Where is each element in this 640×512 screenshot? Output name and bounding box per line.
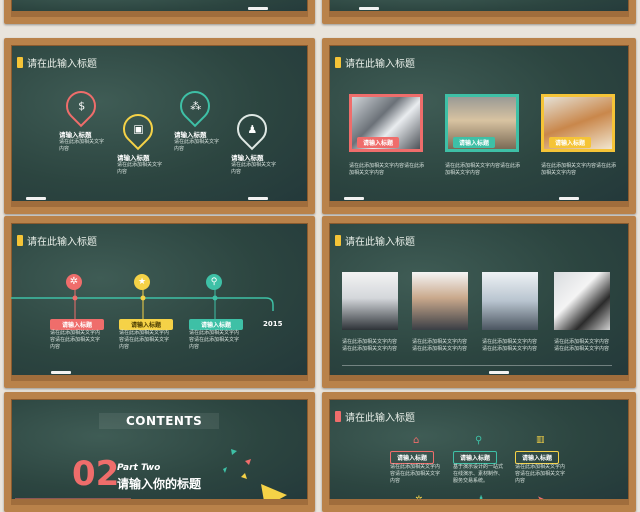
icon-bubble-2: ▣ xyxy=(116,107,160,151)
timeline-tag-3: 请输入标题 xyxy=(189,319,244,330)
bar-chart-icon: ▥ xyxy=(536,435,545,445)
slide-title: 请在此输入标题 xyxy=(335,409,415,424)
slide-thumbnail-timeline[interactable]: 请在此输入标题 ✲ ★ ⚲ 2015 请输入标题 请在此添加相关文字内容请在此添… xyxy=(4,216,315,388)
slide-thumbnail-photo-grid[interactable]: 请在此输入标题 请在此添加相关文字内容请在此添加相关文字内容 请在此添加相关文字… xyxy=(322,216,636,388)
divider xyxy=(342,365,612,366)
item-label-2: 请输入标题 xyxy=(117,154,150,162)
user-icon: ♟ xyxy=(247,122,257,136)
chalk xyxy=(489,371,509,374)
star-icon: ★ xyxy=(134,274,150,290)
slide-thumbnail-top-left[interactable] xyxy=(4,0,315,24)
chalk xyxy=(248,197,268,200)
item-label-1: 请输入标题 xyxy=(59,131,92,139)
dollar-person-icon: $ xyxy=(77,99,85,113)
search-icon: ⚲ xyxy=(206,274,222,290)
chalk xyxy=(359,7,379,10)
home-icon: ⌂ xyxy=(413,435,420,446)
column-desc-1: 请在此添加相关文字内容请在此添加相关文字内容 xyxy=(390,464,441,484)
slide-thumbnail-contents[interactable]: CONTENTS 02 Part Two 请输入你的标题 xyxy=(4,392,315,512)
timeline-desc-2: 请在此添加相关文字内容请在此添加相关文字内容 xyxy=(119,330,170,350)
user-icon: ♟ xyxy=(477,495,486,505)
slide-title: 请在此输入标题 xyxy=(17,55,97,70)
photo-desc-2: 请在此添加相关文字内容请在此添加相关文字内容 xyxy=(445,163,521,176)
item-desc-2: 请在此添加相关文字内容 xyxy=(117,162,163,175)
title-marker xyxy=(335,411,341,422)
item-desc-1: 请在此添加相关文字内容 xyxy=(59,139,105,152)
photo-2 xyxy=(412,272,468,330)
photo-4 xyxy=(554,272,610,330)
year-label: 2015 xyxy=(263,320,283,328)
column-tag-1: 请输入标题 xyxy=(390,451,435,464)
photo-desc-2: 请在此添加相关文字内容请在此添加相关文字内容 xyxy=(412,339,468,352)
column-tag-3: 请输入标题 xyxy=(515,451,560,464)
slide-thumbnail-icons[interactable]: 请在此输入标题 $ 请输入标题 请在此添加相关文字内容 ▣ 请输入标题 请在此添… xyxy=(4,38,315,214)
slide-thumbnail-top-right[interactable] xyxy=(322,0,636,24)
photo-desc-1: 请在此添加相关文字内容请在此添加相关文字内容 xyxy=(349,163,425,176)
photo-3 xyxy=(482,272,538,330)
slide-thumbnail-photos[interactable]: 请在此输入标题 请输入标题 请在此添加相关文字内容请在此添加相关文字内容 请输入… xyxy=(322,38,636,214)
slide-thumbnail-columns[interactable]: 请在此输入标题 ⌂ 请输入标题 请在此添加相关文字内容请在此添加相关文字内容 ⚲… xyxy=(322,392,636,512)
photo-1 xyxy=(342,272,398,330)
icon-bubble-4: ♟ xyxy=(230,107,274,151)
timeline-line xyxy=(11,289,274,319)
title-marker xyxy=(335,57,341,68)
confetti-decoration xyxy=(15,449,287,505)
photo-tag-2: 请输入标题 xyxy=(453,137,496,148)
team-icon: ⁂ xyxy=(189,99,201,113)
chalk xyxy=(559,197,579,200)
icon-bubble-3: ⁂ xyxy=(173,84,217,128)
title-marker xyxy=(17,57,23,68)
gear-icon: ✲ xyxy=(415,495,423,505)
photo-desc-3: 请在此添加相关文字内容请在此添加相关文字内容 xyxy=(482,339,538,352)
timeline-tag-1: 请输入标题 xyxy=(50,319,105,330)
presenter-icon: ▣ xyxy=(132,122,144,136)
search-icon: ⚲ xyxy=(475,435,483,446)
photo-tag-1: 请输入标题 xyxy=(357,137,400,148)
photo-desc-3: 请在此添加相关文字内容请在此添加相关文字内容 xyxy=(541,163,617,176)
photo-desc-1: 请在此添加相关文字内容请在此添加相关文字内容 xyxy=(342,339,398,352)
send-icon: ➤ xyxy=(537,495,545,505)
chalk xyxy=(26,197,46,200)
item-label-4: 请输入标题 xyxy=(231,154,264,162)
photo-desc-4: 请在此添加相关文字内容请在此添加相关文字内容 xyxy=(554,339,610,352)
photo-tag-3: 请输入标题 xyxy=(549,137,592,148)
title-marker xyxy=(335,235,341,246)
icon-bubble-1: $ xyxy=(59,84,103,128)
item-desc-4: 请在此添加相关文字内容 xyxy=(231,162,277,175)
gear-icon: ✲ xyxy=(66,274,82,290)
chalk xyxy=(344,197,364,200)
timeline-desc-3: 请在此添加相关文字内容请在此添加相关文字内容 xyxy=(189,330,240,350)
chalk xyxy=(51,371,71,374)
item-desc-3: 请在此添加相关文字内容 xyxy=(174,139,220,152)
slide-title: 请在此输入标题 xyxy=(335,55,415,70)
slide-title: 请在此输入标题 xyxy=(335,233,415,248)
timeline-tag-2: 请输入标题 xyxy=(119,319,174,330)
chalk xyxy=(248,7,268,10)
column-desc-2: 基于演示设计的一站式在线演示、素材制作、服务交易系统。 xyxy=(453,464,504,484)
column-desc-3: 请在此添加相关文字内容请在此添加相关文字内容 xyxy=(515,464,566,484)
timeline-desc-1: 请在此添加相关文字内容请在此添加相关文字内容 xyxy=(50,330,101,350)
item-label-3: 请输入标题 xyxy=(174,131,207,139)
column-tag-2: 请输入标题 xyxy=(453,451,498,464)
